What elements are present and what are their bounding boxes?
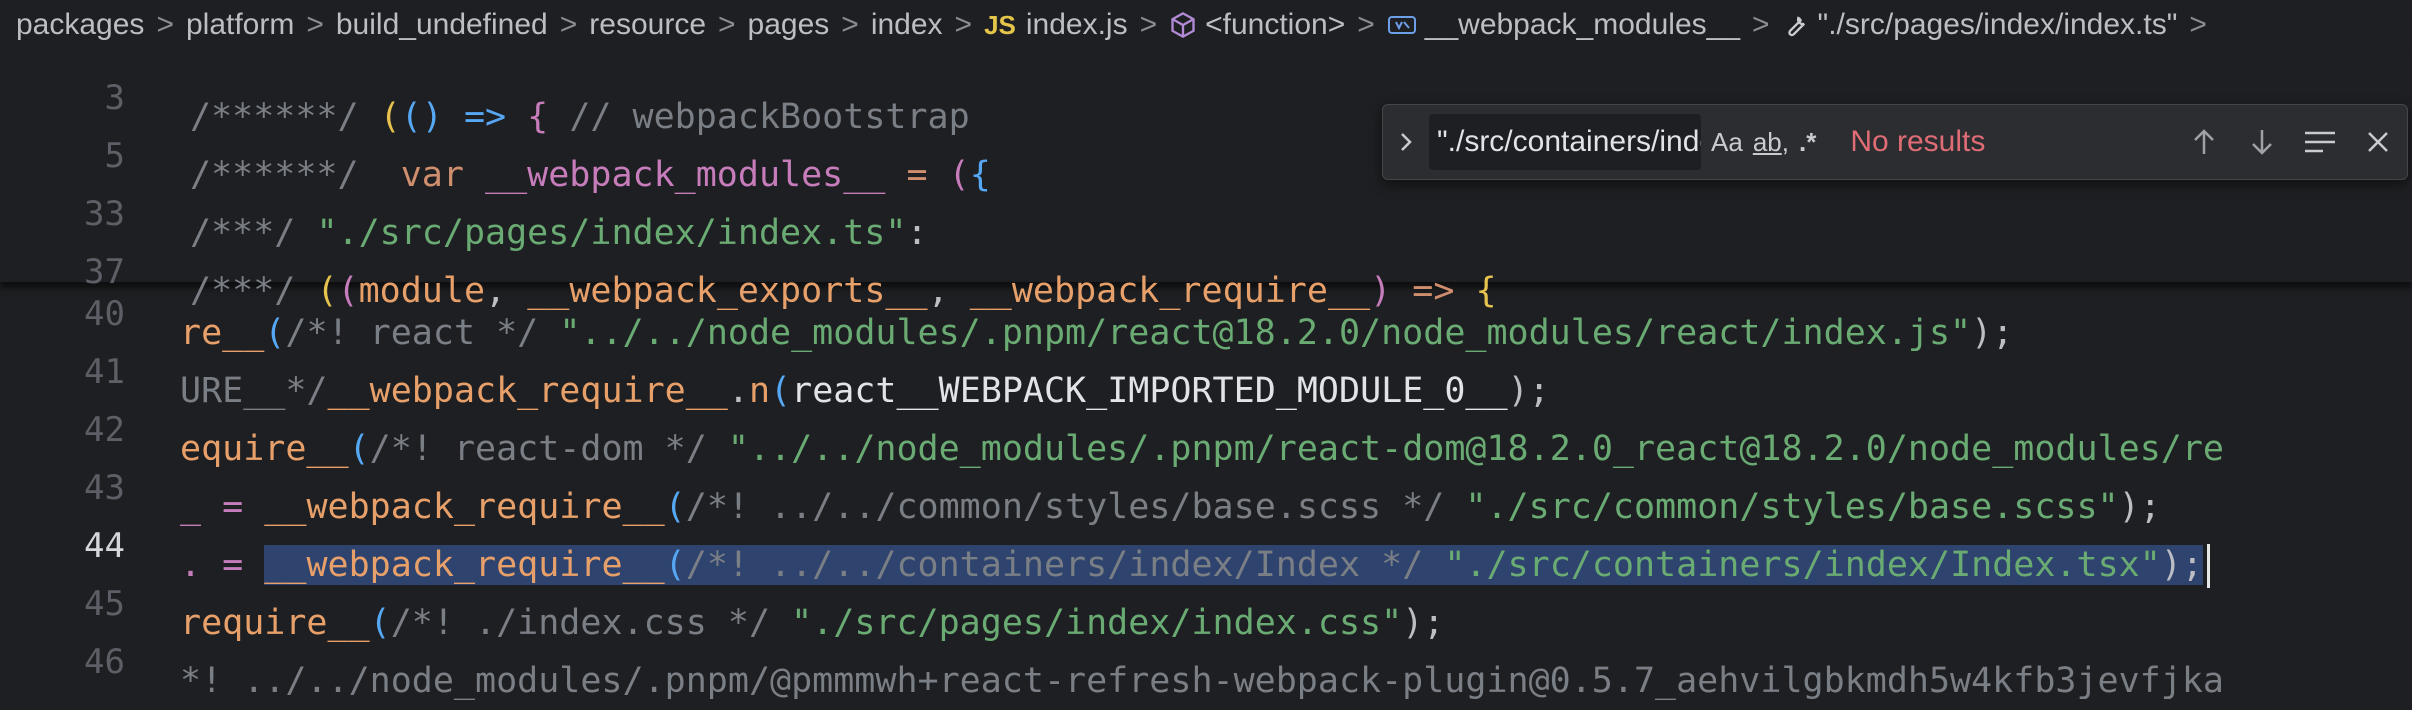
chevron-right-icon: > — [841, 8, 859, 41]
line-number: 37 — [84, 252, 125, 292]
breadcrumb-item-file[interactable]: JS index.js — [984, 8, 1128, 42]
breadcrumb-item-build[interactable]: build_undefined — [336, 8, 548, 42]
find-widget: "./src/containers/index/Index" Aa ab, .*… — [1382, 104, 2408, 180]
toggle-replace-button[interactable] — [1383, 104, 1429, 180]
chevron-right-icon: > — [2189, 8, 2207, 41]
arrow-up-icon — [2194, 129, 2214, 154]
code-line-current[interactable]: 44 . = __webpack_require__(/*! ../../con… — [0, 498, 2412, 588]
chevron-right-icon: > — [559, 8, 578, 41]
match-case-button[interactable]: Aa — [1711, 114, 1743, 170]
close-icon — [2368, 132, 2388, 152]
chevron-right-icon: > — [954, 8, 973, 41]
chevron-right-icon: > — [1752, 8, 1770, 41]
use-regex-button[interactable]: .* — [1799, 114, 1816, 170]
cube-icon — [1169, 11, 1197, 39]
line-number: 46 — [84, 642, 125, 682]
wrench-icon — [1782, 11, 1810, 39]
chevron-right-icon: > — [1357, 8, 1375, 41]
chevron-right-icon — [1401, 133, 1412, 151]
breadcrumb-item-module-key[interactable]: "./src/pages/index/index.ts" — [1782, 8, 2177, 42]
variable-icon — [1387, 14, 1417, 36]
breadcrumb-item-pages[interactable]: pages — [748, 8, 830, 42]
lines-icon — [2305, 131, 2335, 153]
arrow-down-icon — [2252, 130, 2272, 155]
chevron-right-icon: > — [306, 8, 324, 41]
close-find-button[interactable] — [2349, 114, 2407, 170]
code-line[interactable]: 41 URE__*/__webpack_require__.n(react__W… — [0, 324, 2412, 411]
chevron-right-icon: > — [718, 8, 736, 41]
chevron-right-icon: > — [156, 8, 174, 41]
breadcrumb: packages > platform > build_undefined > … — [0, 0, 2412, 50]
sticky-line[interactable]: 3 /******/ (() => { // webpackBootstrap — [0, 50, 2412, 137]
code-line[interactable]: 46 *! ../../node_modules/.pnpm/@pmmmwh+r… — [0, 614, 2412, 701]
sticky-line[interactable]: 37 /***/ ((module, __webpack_exports__, … — [0, 224, 2412, 311]
match-whole-word-button[interactable]: ab, — [1753, 114, 1789, 170]
find-input[interactable]: "./src/containers/index/Index" — [1429, 114, 1701, 170]
code-line[interactable]: 43 _ = __webpack_require__(/*! ../../com… — [0, 440, 2412, 527]
code-line[interactable]: 45 require__(/*! ./index.css */ "./src/p… — [0, 556, 2412, 643]
previous-match-button[interactable] — [2175, 114, 2233, 170]
breadcrumb-item-resource[interactable]: resource — [589, 8, 706, 42]
next-match-button[interactable] — [2233, 114, 2291, 170]
code-line[interactable]: 42 equire__(/*! react-dom */ "../../node… — [0, 382, 2412, 469]
breadcrumb-item-function[interactable]: <function> — [1169, 8, 1345, 42]
breadcrumb-item-index[interactable]: index — [871, 8, 943, 42]
code-editor[interactable]: 3 /******/ (() => { // webpackBootstrap … — [0, 50, 2412, 701]
breadcrumb-item-modules[interactable]: __webpack_modules__ — [1387, 8, 1740, 42]
javascript-file-icon: JS — [984, 9, 1016, 40]
find-status: No results — [1850, 125, 1986, 158]
breadcrumb-item-platform[interactable]: platform — [186, 8, 294, 42]
breadcrumb-item-packages[interactable]: packages — [16, 8, 144, 42]
find-in-selection-button[interactable] — [2291, 114, 2349, 170]
chevron-right-icon: > — [1139, 8, 1158, 41]
